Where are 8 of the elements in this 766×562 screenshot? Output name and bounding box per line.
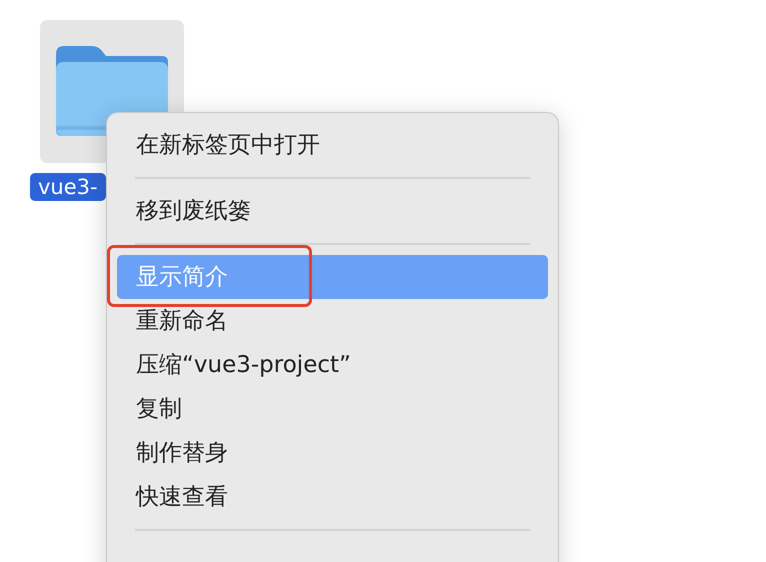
menu-item[interactable]: 复制	[117, 387, 548, 431]
file-name-label[interactable]: vue3-	[30, 173, 106, 201]
menu-item[interactable]: 制作替身	[117, 431, 548, 475]
menu-item[interactable]: 重新命名	[117, 299, 548, 343]
menu-item[interactable]: 快速查看	[117, 475, 548, 519]
menu-item[interactable]: 压缩“vue3-project”	[117, 343, 548, 387]
menu-item[interactable]: 在新标签页中打开	[117, 123, 548, 167]
menu-item[interactable]: 移到废纸篓	[117, 189, 548, 233]
